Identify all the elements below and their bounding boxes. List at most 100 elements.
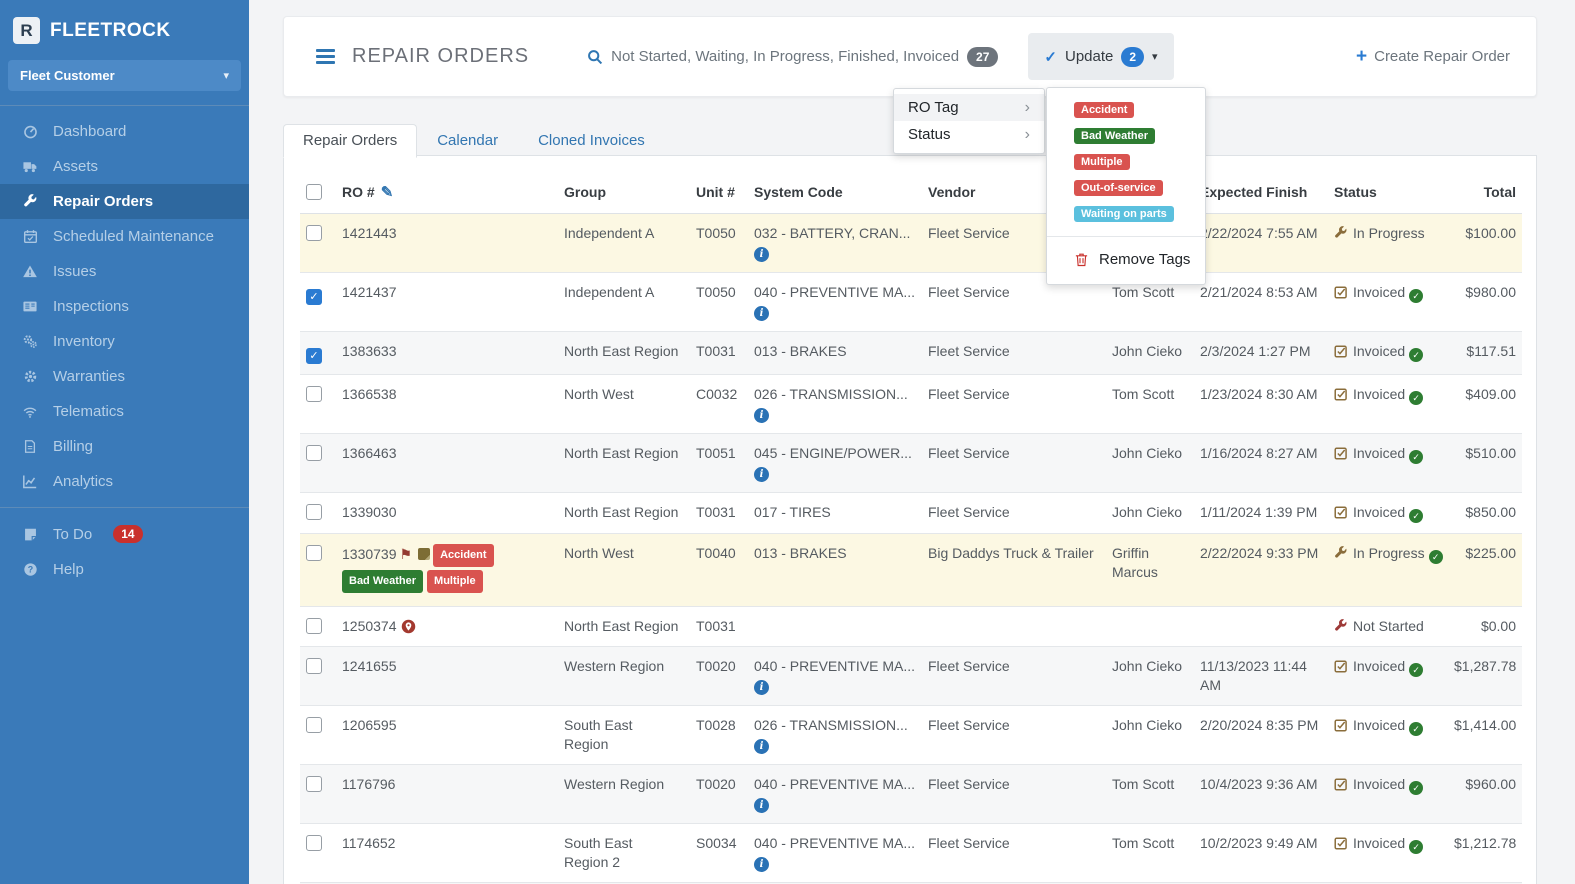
info-icon[interactable]: i (754, 467, 769, 482)
cell-ro: 1206595 (336, 705, 558, 765)
row-checkbox[interactable]: ✓ (306, 289, 322, 305)
tag-option-row: Waiting on parts (1047, 201, 1205, 227)
cell-select (300, 374, 336, 434)
table-row: 1206595 South East Region T0028 026 - TRANS… (300, 705, 1522, 765)
info-icon[interactable]: i (754, 247, 769, 262)
cell-technician: John Cieko (1106, 646, 1194, 706)
select-all-checkbox[interactable] (306, 184, 322, 200)
tag-option-out-of-service[interactable]: Out-of-service (1074, 180, 1163, 196)
sidebar-item-inventory[interactable]: Inventory (0, 324, 249, 359)
tag-option-accident[interactable]: Accident (1074, 102, 1135, 118)
col-header-group: Group (558, 171, 690, 214)
col-header-label: Expected Finish (1200, 184, 1308, 200)
tab-calendar[interactable]: Calendar (417, 124, 518, 158)
note-icon (418, 548, 431, 560)
cell-group: Western Region (558, 764, 690, 824)
cell-technician: Tom Scott (1106, 823, 1194, 883)
sidebar-item-label: Issues (53, 263, 97, 280)
sidebar-item-help[interactable]: ? Help (0, 552, 249, 587)
status-filter[interactable]: Not Started, Waiting, In Progress, Finis… (587, 46, 999, 67)
menu-item-ro-tag[interactable]: RO Tag › (894, 94, 1044, 121)
row-checkbox[interactable] (306, 658, 322, 674)
sidebar-nav: Dashboard Assets Repair Orders Scheduled Ma… (0, 106, 249, 507)
tab-cloned-invoices[interactable]: Cloned Invoices (518, 124, 665, 158)
col-header-total: Total (1448, 171, 1522, 214)
create-repair-order-button[interactable]: + Create Repair Order (1356, 47, 1510, 66)
brand: R FLEETROCK (0, 0, 249, 58)
cell-select: ✓ (300, 272, 336, 332)
col-header-expected-finish: Expected Finish (1194, 171, 1328, 214)
page-title: REPAIR ORDERS (352, 45, 530, 67)
row-checkbox[interactable] (306, 504, 322, 520)
sidebar-item-dashboard[interactable]: Dashboard (0, 114, 249, 149)
row-checkbox[interactable] (306, 225, 322, 241)
menu-item-label: RO Tag (908, 99, 959, 116)
col-header-ro: RO # ✎ (336, 171, 558, 214)
cell-group: North East Region (558, 492, 690, 534)
status-label: Invoiced (1353, 658, 1406, 674)
update-button[interactable]: ✓ Update 2 ▾ (1028, 33, 1174, 80)
main-content: REPAIR ORDERS Not Started, Waiting, In P… (249, 0, 1575, 884)
update-button-label: Update (1064, 48, 1114, 65)
cell-expected-finish: 10/2/2023 9:49 AM (1194, 823, 1328, 883)
status-label: Not Started (1353, 618, 1424, 634)
ro-number: 1383633 (342, 343, 397, 359)
row-checkbox[interactable] (306, 835, 322, 851)
sidebar-item-issues[interactable]: Issues (0, 254, 249, 289)
wifi-icon (20, 405, 40, 419)
sidebar-item-inspections[interactable]: Inspections (0, 289, 249, 324)
tag-option-waiting-on-parts[interactable]: Waiting on parts (1074, 206, 1174, 222)
cell-unit: T0031 (690, 606, 748, 647)
sidebar-item-scheduled-maintenance[interactable]: Scheduled Maintenance (0, 219, 249, 254)
sidebar-item-to-do[interactable]: To Do 14 (0, 516, 249, 552)
cell-select: ✓ (300, 331, 336, 375)
sidebar-item-telematics[interactable]: Telematics (0, 394, 249, 429)
info-icon[interactable]: i (754, 857, 769, 872)
invoice-checkbox-icon (1334, 506, 1347, 519)
row-checkbox[interactable] (306, 618, 322, 634)
cell-total: $960.00 (1448, 764, 1522, 824)
menu-item-status[interactable]: Status › (894, 121, 1044, 148)
cell-vendor: Fleet Service (922, 374, 1106, 434)
status-label: In Progress (1353, 225, 1425, 241)
cell-expected-finish: 10/4/2023 9:36 AM (1194, 764, 1328, 824)
system-code-text: 017 - TIRES (754, 504, 831, 520)
row-checkbox[interactable] (306, 386, 322, 402)
status-label: In Progress (1353, 545, 1425, 561)
info-icon[interactable]: i (754, 408, 769, 423)
sidebar-item-billing[interactable]: Billing (0, 429, 249, 464)
tag-option-multiple[interactable]: Multiple (1074, 154, 1130, 170)
row-checkbox[interactable] (306, 445, 322, 461)
edit-pencil-icon[interactable]: ✎ (381, 184, 394, 201)
row-checkbox[interactable] (306, 776, 322, 792)
tab-repair-orders[interactable]: Repair Orders (283, 124, 418, 158)
sidebar-item-repair-orders[interactable]: Repair Orders (0, 184, 249, 219)
remove-tags-item[interactable]: Remove Tags (1047, 243, 1205, 276)
sidebar-item-analytics[interactable]: Analytics (0, 464, 249, 499)
info-icon[interactable]: i (754, 306, 769, 321)
customer-select[interactable]: Fleet Customer ▾ (8, 60, 241, 91)
cell-ro: 1383633 (336, 331, 558, 375)
cell-expected-finish: 2/21/2024 8:53 AM (1194, 272, 1328, 332)
sidebar-item-label: Dashboard (53, 123, 127, 140)
sidebar-footer-nav: To Do 14? Help (0, 508, 249, 595)
info-icon[interactable]: i (754, 739, 769, 754)
bill-icon (20, 439, 40, 454)
row-checkbox[interactable] (306, 545, 322, 561)
cell-group: South East Region 2 (558, 823, 690, 883)
sidebar-item-label: Help (53, 561, 84, 578)
sidebar-item-warranties[interactable]: Warranties (0, 359, 249, 394)
ro-number: 1421437 (342, 284, 397, 300)
cell-unit: T0040 (690, 533, 748, 607)
tag-option-bad-weather[interactable]: Bad Weather (1074, 128, 1156, 144)
table-row: 1176796 Western Region T0020 040 - PREVENTI… (300, 764, 1522, 824)
svg-text:?: ? (27, 565, 32, 575)
invoice-checkbox-icon (1334, 719, 1347, 732)
sidebar-item-assets[interactable]: Assets (0, 149, 249, 184)
info-icon[interactable]: i (754, 798, 769, 813)
row-checkbox[interactable]: ✓ (306, 348, 322, 364)
info-icon[interactable]: i (754, 680, 769, 695)
table-row: 1241655 Western Region T0020 040 - PREVENTI… (300, 646, 1522, 706)
menu-toggle-icon[interactable] (316, 46, 335, 67)
row-checkbox[interactable] (306, 717, 322, 733)
